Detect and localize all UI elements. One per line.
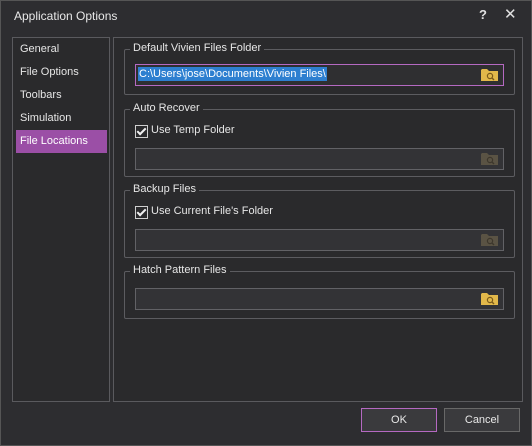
sidebar-item-file-locations[interactable]: File Locations bbox=[16, 130, 107, 153]
ok-button[interactable]: OK bbox=[361, 408, 437, 432]
auto-recover-label: Auto Recover bbox=[130, 102, 203, 114]
checkbox-checked-icon[interactable] bbox=[135, 206, 148, 219]
checkbox-checked-icon[interactable] bbox=[135, 125, 148, 138]
hatch-pattern-label: Hatch Pattern Files bbox=[130, 264, 230, 276]
use-temp-folder-label: Use Temp Folder bbox=[151, 124, 235, 136]
use-current-file-folder-label: Use Current File's Folder bbox=[151, 205, 273, 217]
backup-files-label: Backup Files bbox=[130, 183, 199, 195]
title-bar: Application Options ? ✕ bbox=[1, 1, 531, 29]
help-button[interactable]: ? bbox=[479, 7, 487, 22]
options-dialog: Application Options ? ✕ General File Opt… bbox=[0, 0, 532, 446]
backup-path-field bbox=[135, 229, 504, 251]
button-bar: OK Cancel bbox=[1, 405, 531, 445]
sidebar-item-toolbars[interactable]: Toolbars bbox=[13, 84, 109, 107]
browse-folder-icon bbox=[481, 234, 498, 246]
auto-recover-group: Auto Recover Use Temp Folder bbox=[124, 102, 515, 177]
file-locations-panel: Default Vivien Files Folder C:\Users\jos… bbox=[113, 37, 523, 402]
default-folder-group: Default Vivien Files Folder C:\Users\jos… bbox=[124, 42, 515, 95]
default-folder-path: C:\Users\jose\Documents\Vivien Files\ bbox=[138, 67, 327, 81]
browse-folder-icon bbox=[481, 153, 498, 165]
default-folder-label: Default Vivien Files Folder bbox=[130, 42, 265, 54]
sidebar-item-file-options[interactable]: File Options bbox=[13, 61, 109, 84]
default-folder-field[interactable]: C:\Users\jose\Documents\Vivien Files\ bbox=[135, 64, 504, 86]
sidebar-item-simulation[interactable]: Simulation bbox=[13, 107, 109, 130]
auto-recover-path-field bbox=[135, 148, 504, 170]
category-sidebar: General File Options Toolbars Simulation… bbox=[12, 37, 110, 402]
sidebar-item-general[interactable]: General bbox=[13, 38, 109, 61]
browse-folder-icon[interactable] bbox=[481, 68, 498, 81]
hatch-pattern-group: Hatch Pattern Files bbox=[124, 264, 515, 319]
browse-folder-icon[interactable] bbox=[481, 292, 498, 305]
hatch-pattern-path-field[interactable] bbox=[135, 288, 504, 310]
cancel-button[interactable]: Cancel bbox=[444, 408, 520, 432]
backup-files-group: Backup Files Use Current File's Folder bbox=[124, 183, 515, 258]
close-button[interactable]: ✕ bbox=[504, 5, 517, 23]
dialog-title: Application Options bbox=[14, 9, 118, 23]
